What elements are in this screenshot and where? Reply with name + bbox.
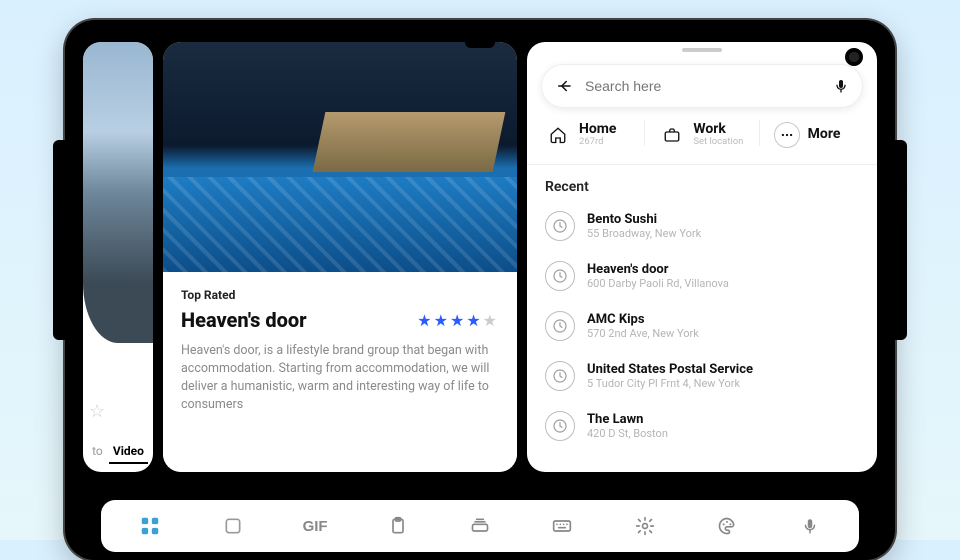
recent-address: 600 Darby Paoli Rd, Villanova [587, 277, 729, 290]
clock-icon [545, 411, 575, 441]
toolbar-square-button[interactable] [216, 509, 250, 543]
recent-name: United States Postal Service [587, 362, 753, 377]
toolbar-clipboard-button[interactable] [381, 509, 415, 543]
app-toolbar: GIF [101, 500, 859, 552]
chip-label: Work [693, 122, 743, 137]
recent-address: 55 Broadway, New York [587, 227, 701, 240]
listing-hero-image [163, 42, 517, 272]
recent-item[interactable]: Heaven's door600 Darby Paoli Rd, Villano… [537, 251, 867, 301]
map-search-pane: Home 267rd Work Set location [527, 42, 877, 472]
tab-photo[interactable]: to [88, 440, 107, 464]
mic-icon[interactable] [833, 78, 849, 94]
pool-graphic [163, 177, 517, 272]
listing-description: Heaven's door, is a lifestyle brand grou… [181, 342, 499, 415]
gallery-image [83, 42, 153, 343]
recent-address: 570 2nd Ave, New York [587, 327, 699, 340]
recent-name: AMC Kips [587, 312, 699, 327]
recent-item[interactable]: Bento Sushi55 Broadway, New York [537, 201, 867, 251]
drag-handle[interactable] [682, 48, 722, 52]
chip-sub: 267rd [579, 137, 616, 147]
toolbar-grid-button[interactable] [133, 509, 167, 543]
recent-address: 5 Tudor City Pl Frnt 4, New York [587, 377, 753, 390]
gallery-tabs: to Video [83, 440, 153, 464]
toolbar-keyboard-button[interactable] [545, 509, 579, 543]
clock-icon [545, 361, 575, 391]
listing-pane: Top Rated Heaven's door ★★★★★ Heaven's d… [163, 42, 517, 472]
recent-item[interactable]: The Lawn420 D St, Boston [537, 401, 867, 451]
notch [465, 42, 495, 48]
search-input[interactable] [585, 78, 821, 94]
listing-badge: Top Rated [181, 288, 499, 302]
front-camera [845, 48, 863, 66]
toolbar-gif-button[interactable]: GIF [298, 509, 332, 543]
chip-more[interactable]: More [770, 120, 863, 150]
listing-card: Top Rated Heaven's door ★★★★★ Heaven's d… [163, 272, 517, 472]
more-icon [774, 122, 800, 148]
rating-stars: ★★★★★ [417, 311, 499, 330]
listing-title: Heaven's door [181, 308, 307, 332]
chip-home[interactable]: Home 267rd [541, 120, 634, 150]
chip-label: More [808, 127, 841, 142]
clock-icon [545, 261, 575, 291]
favorite-icon[interactable]: ☆ [89, 401, 105, 422]
gallery-pane: ☆ to Video [83, 42, 153, 472]
toolbar-stack-button[interactable] [463, 509, 497, 543]
recent-item[interactable]: AMC Kips570 2nd Ave, New York [537, 301, 867, 351]
chip-work[interactable]: Work Set location [655, 120, 748, 150]
building-graphic [313, 112, 506, 172]
chip-label: Home [579, 122, 616, 137]
clock-icon [545, 211, 575, 241]
recent-name: The Lawn [587, 412, 668, 427]
clock-icon [545, 311, 575, 341]
recent-name: Bento Sushi [587, 212, 701, 227]
search-bar[interactable] [541, 64, 863, 108]
recent-name: Heaven's door [587, 262, 729, 277]
chip-sub: Set location [693, 137, 743, 147]
shortcut-chips: Home 267rd Work Set location [527, 118, 877, 165]
screen: ☆ to Video Top Rated Heaven's door ★★★★★… [83, 42, 877, 558]
toolbar-mic-button[interactable] [793, 509, 827, 543]
briefcase-icon [659, 122, 685, 148]
home-icon [545, 122, 571, 148]
toolbar-palette-button[interactable] [710, 509, 744, 543]
tab-video[interactable]: Video [109, 440, 148, 464]
recent-item[interactable]: United States Postal Service5 Tudor City… [537, 351, 867, 401]
foldable-device-frame: ☆ to Video Top Rated Heaven's door ★★★★★… [65, 20, 895, 560]
recent-list: Bento Sushi55 Broadway, New YorkHeaven's… [527, 201, 877, 451]
recent-heading: Recent [527, 165, 877, 201]
recent-address: 420 D St, Boston [587, 427, 668, 440]
back-arrow-icon[interactable] [555, 77, 573, 95]
toolbar-gear-button[interactable] [628, 509, 662, 543]
